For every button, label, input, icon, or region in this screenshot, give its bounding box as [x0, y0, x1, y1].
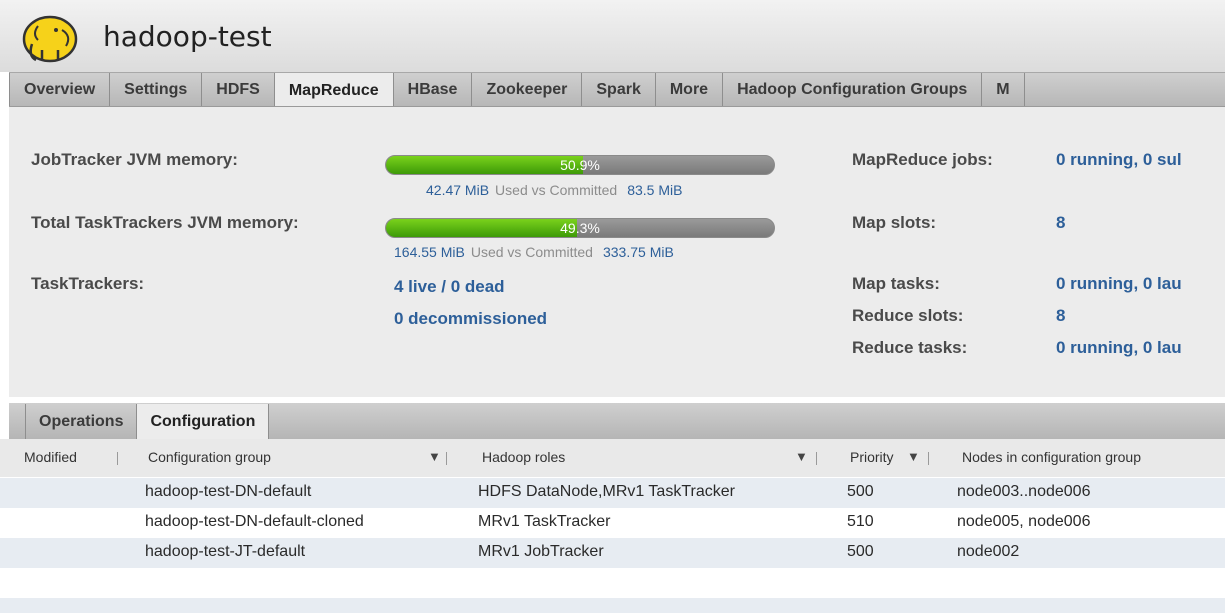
tab-hbase[interactable]: HBase: [394, 73, 473, 106]
column-separator: [446, 452, 447, 465]
reduce-tasks-label: Reduce tasks:: [852, 338, 968, 357]
reduce-slots-label: Reduce slots:: [852, 306, 964, 325]
column-header-configuration-group[interactable]: Configuration group: [148, 449, 271, 465]
reduce-tasks-value[interactable]: 0 running, 0 lau: [1056, 338, 1182, 358]
sort-arrow-icon[interactable]: ▼: [907, 449, 920, 464]
cluster-title: hadoop-test: [103, 20, 272, 53]
jobtracker-memory-label: JobTracker JVM memory:: [31, 150, 238, 169]
cell-priority: 500: [847, 543, 874, 560]
table-row[interactable]: hadoop-test-DN-default HDFS DataNode,MRv…: [0, 478, 1225, 508]
tab-configuration[interactable]: Configuration: [137, 404, 270, 439]
column-separator: [117, 452, 118, 465]
jobtracker-memory-bar: 50.9%: [385, 155, 775, 175]
sort-arrow-icon[interactable]: ▼: [795, 449, 808, 464]
tab-spark[interactable]: Spark: [582, 73, 656, 106]
tasktrackers-committed: 333.75 MiB: [602, 244, 674, 260]
mapreduce-summary-panel: JobTracker JVM memory: 50.9% 42.47 MiB Us…: [9, 107, 1225, 397]
cell-configuration-group: hadoop-test-DN-default: [145, 483, 312, 500]
tasktrackers-live-link[interactable]: 4 live / 0 dead: [394, 277, 505, 297]
tab-more[interactable]: More: [656, 73, 724, 106]
cell-priority: 500: [847, 483, 874, 500]
cell-hadoop-roles: MRv1 JobTracker: [478, 543, 604, 560]
empty-table-row: [0, 568, 1225, 598]
empty-table-row: [0, 598, 1225, 613]
reduce-slots-value: 8: [1056, 306, 1066, 325]
tasktrackers-decommissioned-link[interactable]: 0 decommissioned: [394, 309, 547, 329]
tasktrackers-label: TaskTrackers:: [31, 274, 145, 293]
cell-hadoop-roles: MRv1 TaskTracker: [478, 513, 611, 530]
map-slots-value: 8: [1056, 213, 1066, 232]
tasktrackers-used: 164.55 MiB: [394, 244, 465, 260]
main-tab-bar: Overview Settings HDFS MapReduce HBase Z…: [9, 72, 1225, 107]
column-header-modified[interactable]: Modified: [24, 449, 77, 465]
mapreduce-jobs-value[interactable]: 0 running, 0 sul: [1056, 150, 1182, 170]
cell-configuration-group: hadoop-test-JT-default: [145, 543, 306, 560]
cell-nodes: node002: [957, 543, 1020, 560]
tab-zookeeper[interactable]: Zookeeper: [472, 73, 583, 106]
config-groups-table-header: Modified Configuration group ▼ Hadoop ro…: [0, 439, 1225, 477]
tasktrackers-memory-percent: 49.3%: [560, 220, 600, 236]
map-tasks-value[interactable]: 0 running, 0 lau: [1056, 274, 1182, 294]
table-row[interactable]: hadoop-test-JT-default MRv1 JobTracker 5…: [0, 538, 1225, 568]
app-header: hadoop-test: [0, 0, 1225, 72]
tab-operations[interactable]: Operations: [25, 404, 138, 439]
mapreduce-jobs-label: MapReduce jobs:: [852, 150, 993, 169]
column-header-nodes[interactable]: Nodes in configuration group: [962, 449, 1141, 465]
jobtracker-committed: 83.5 MiB: [627, 182, 683, 198]
table-row[interactable]: hadoop-test-DN-default-cloned MRv1 TaskT…: [0, 508, 1225, 538]
jobtracker-memory-detail: 42.47 MiB Used vs Committed 83.5 MiB: [426, 182, 682, 198]
tasktrackers-memory-label: Total TaskTrackers JVM memory:: [31, 213, 299, 232]
cell-configuration-group: hadoop-test-DN-default-cloned: [145, 513, 364, 530]
column-header-hadoop-roles[interactable]: Hadoop roles: [482, 449, 565, 465]
column-separator: [816, 452, 817, 465]
tab-mapreduce[interactable]: MapReduce: [274, 73, 394, 106]
map-slots-label: Map slots:: [852, 213, 937, 232]
tab-overflow[interactable]: M: [982, 73, 1025, 106]
jobtracker-caption: Used vs Committed: [495, 182, 618, 198]
map-tasks-label: Map tasks:: [852, 274, 940, 293]
column-header-priority[interactable]: Priority: [850, 449, 894, 465]
tab-hadoop-configuration-groups[interactable]: Hadoop Configuration Groups: [723, 73, 983, 106]
tab-hdfs[interactable]: HDFS: [202, 73, 275, 106]
column-separator: [928, 452, 929, 465]
elephant-logo-icon: [22, 15, 78, 63]
cell-priority: 510: [847, 513, 874, 530]
sub-tab-bar: Operations Configuration: [9, 403, 1225, 439]
tasktrackers-memory-detail: 164.55 MiB Used vs Committed 333.75 MiB: [394, 244, 674, 260]
cell-nodes: node005, node006: [957, 513, 1091, 530]
tasktrackers-caption: Used vs Committed: [470, 244, 593, 260]
tab-settings[interactable]: Settings: [110, 73, 203, 106]
cell-hadoop-roles: HDFS DataNode,MRv1 TaskTracker: [478, 483, 735, 500]
jobtracker-memory-percent: 50.9%: [560, 157, 600, 173]
sort-arrow-icon[interactable]: ▼: [428, 449, 441, 464]
tasktrackers-memory-bar: 49.3%: [385, 218, 775, 238]
cell-nodes: node003..node006: [957, 483, 1091, 500]
jobtracker-used: 42.47 MiB: [426, 182, 490, 198]
tab-overview[interactable]: Overview: [9, 73, 111, 106]
